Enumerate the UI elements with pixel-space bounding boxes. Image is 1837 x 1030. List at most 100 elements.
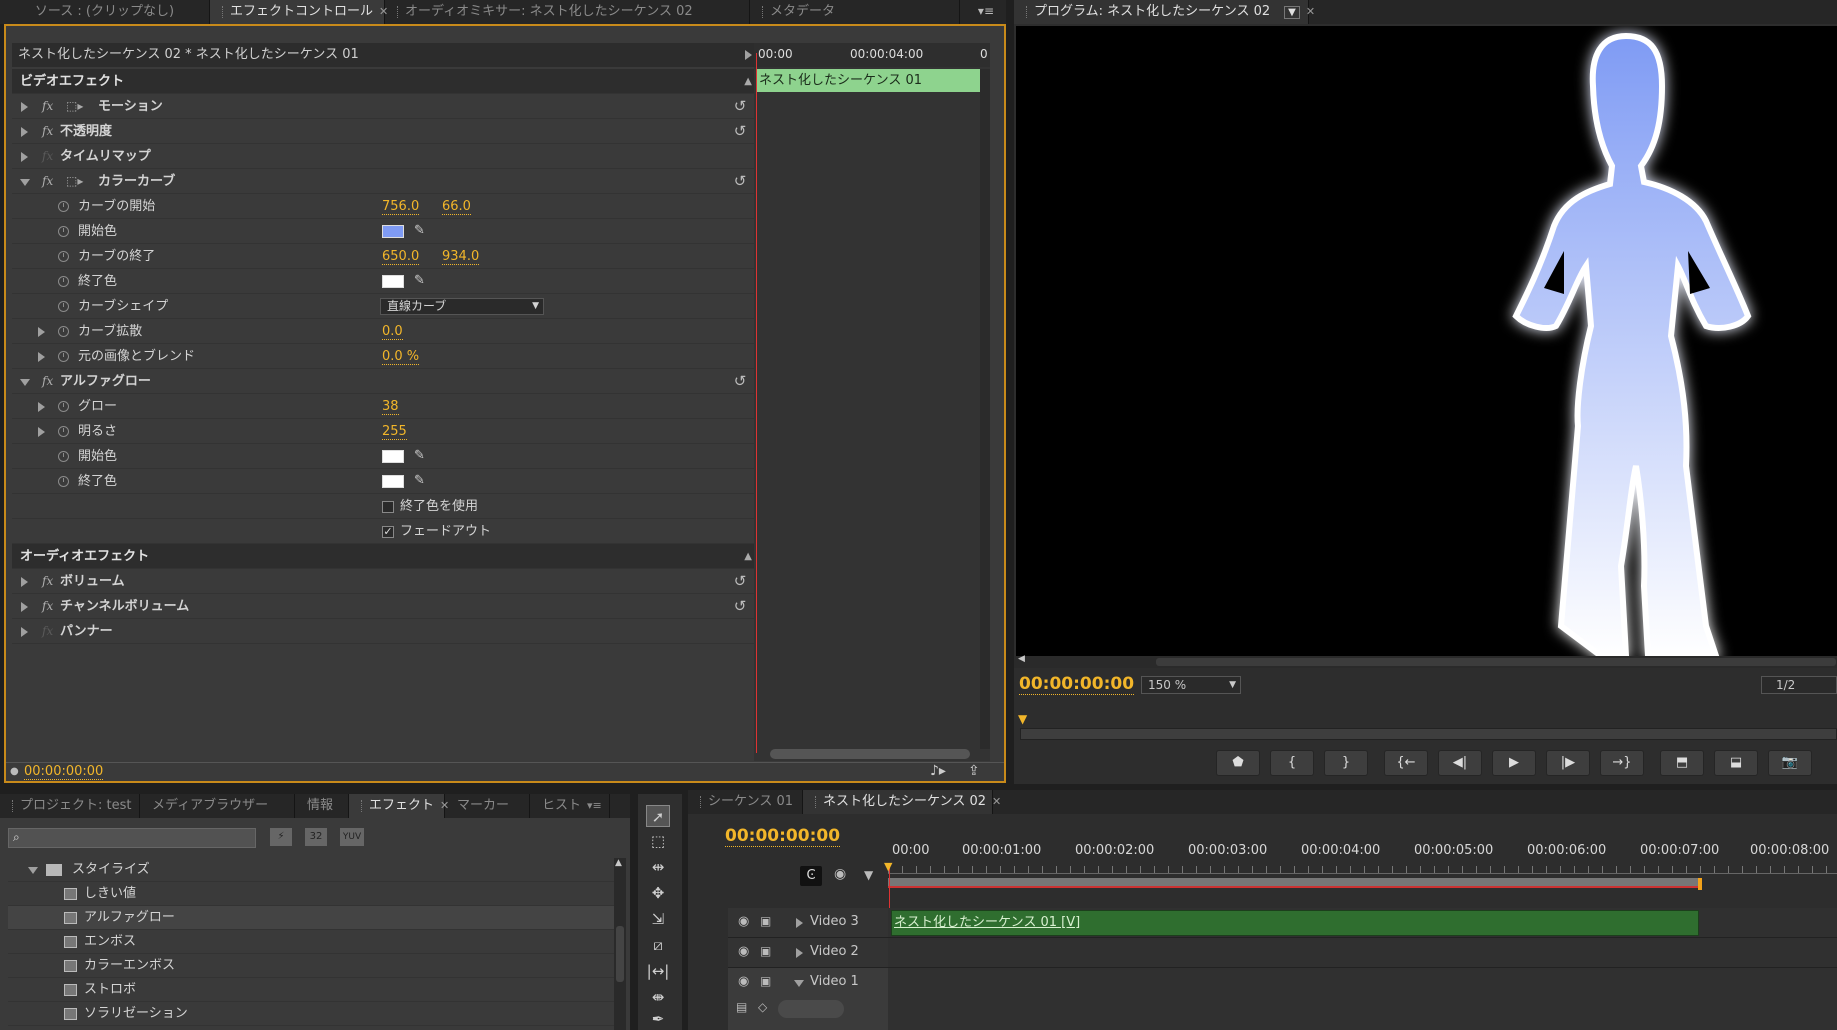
expand-arrow-icon[interactable] xyxy=(38,352,45,362)
eye-icon[interactable]: ◉ xyxy=(738,914,749,929)
effect-row-motion[interactable]: fx ⬚▸ モーション ↺ xyxy=(12,94,758,119)
rolling-edit-tool-icon[interactable]: ✥ xyxy=(646,882,670,904)
stopwatch-icon[interactable] xyxy=(58,226,69,237)
tab-effects[interactable]: エフェクト ✕ xyxy=(349,794,449,818)
effects-vscroll[interactable]: ▲ xyxy=(614,858,626,1030)
scroll-thumb[interactable] xyxy=(1156,658,1836,666)
32bit-effects-icon[interactable]: 32 xyxy=(305,828,327,846)
go-to-in-button[interactable]: {← xyxy=(1384,750,1428,776)
zoom-bar[interactable] xyxy=(1020,728,1837,740)
stopwatch-icon[interactable] xyxy=(58,251,69,262)
reset-icon[interactable]: ↺ xyxy=(732,173,748,189)
step-forward-button[interactable]: |▶ xyxy=(1546,750,1590,776)
effect-row-panner[interactable]: fx パンナー xyxy=(12,619,758,644)
fx-icon[interactable]: fx xyxy=(42,369,53,394)
stopwatch-icon[interactable] xyxy=(58,276,69,287)
stopwatch-icon[interactable] xyxy=(58,326,69,337)
go-to-out-button[interactable]: →} xyxy=(1600,750,1644,776)
fx-icon[interactable]: fx xyxy=(42,594,53,619)
stopwatch-icon[interactable] xyxy=(58,401,69,412)
display-style-icon[interactable]: ▤ xyxy=(736,1000,747,1014)
collapse-arrow-icon[interactable] xyxy=(20,179,30,186)
slip-tool-icon[interactable]: |↔| xyxy=(646,960,670,982)
tab-project[interactable]: プロジェクト: test xyxy=(0,794,140,818)
blend-value[interactable]: 0.0 % xyxy=(382,349,420,365)
resolution-dropdown[interactable]: 1/2 xyxy=(1761,676,1837,694)
keyframe-nav-control[interactable] xyxy=(778,1000,844,1018)
sequence-marker-icon[interactable]: ◉ xyxy=(834,866,846,882)
film-icon[interactable]: ▣ xyxy=(760,944,771,958)
fx-icon[interactable]: fx xyxy=(42,169,53,194)
eye-icon[interactable]: ◉ xyxy=(738,944,749,959)
reset-icon[interactable]: ↺ xyxy=(732,98,748,114)
audio-icon[interactable]: ♪▸ xyxy=(930,763,946,779)
effect-row-alpha-glow[interactable]: fx アルファグロー ↺ xyxy=(12,369,758,394)
effect-row-time-remap[interactable]: fx タイムリマップ xyxy=(12,144,758,169)
tab-source[interactable]: ソース : (クリップなし) xyxy=(0,0,210,24)
effects-search-input[interactable]: ⌕ xyxy=(8,828,256,848)
add-marker-button[interactable]: ⬟ xyxy=(1216,750,1260,776)
expand-arrow-icon[interactable] xyxy=(38,402,45,412)
pen-tool-icon[interactable]: ✒ xyxy=(646,1008,670,1030)
film-icon[interactable]: ▣ xyxy=(760,914,771,928)
slide-tool-icon[interactable]: ⇼ xyxy=(646,986,670,1008)
tab-info[interactable]: 情報 xyxy=(295,794,349,818)
effect-list-item[interactable]: ソラリゼーション xyxy=(8,1002,614,1026)
curve-start-x-value[interactable]: 756.0 xyxy=(382,199,420,215)
use-end-color-checkbox[interactable] xyxy=(382,501,394,513)
scroll-up-icon[interactable]: ▲ xyxy=(615,858,622,868)
scroll-thumb[interactable] xyxy=(616,926,624,982)
rate-stretch-tool-icon[interactable]: ⇲ xyxy=(646,908,670,930)
tab-audio-mixer[interactable]: オーディオミキサー: ネスト化したシーケンス 02 xyxy=(385,0,750,24)
tree-folder-stylize[interactable]: スタイライズ xyxy=(8,858,614,882)
mini-playhead[interactable] xyxy=(756,53,757,753)
curve-end-x-value[interactable]: 650.0 xyxy=(382,249,420,265)
ec-timecode[interactable]: 00:00:00:00 xyxy=(24,764,104,780)
collapse-up-icon[interactable]: ▲ xyxy=(744,69,752,94)
stopwatch-icon[interactable] xyxy=(58,426,69,437)
reset-icon[interactable]: ↺ xyxy=(732,598,748,614)
expand-arrow-icon[interactable] xyxy=(796,918,803,928)
work-area-bar[interactable] xyxy=(888,878,1700,888)
playhead-marker-icon[interactable]: ▼ xyxy=(1018,712,1027,726)
timeline-timecode[interactable]: 00:00:00:00 xyxy=(725,826,841,847)
export-frame-button[interactable]: 📷 xyxy=(1768,750,1812,776)
stopwatch-icon[interactable] xyxy=(58,476,69,487)
mini-clip[interactable]: ネスト化したシーケンス 01 xyxy=(756,69,984,92)
step-back-button[interactable]: ◀| xyxy=(1438,750,1482,776)
stopwatch-icon[interactable] xyxy=(58,351,69,362)
expand-arrow-icon[interactable] xyxy=(21,152,28,162)
curve-spread-value[interactable]: 0.0 xyxy=(382,324,403,340)
close-icon[interactable]: ✕ xyxy=(992,795,1001,808)
tab-program[interactable]: プログラム: ネスト化したシーケンス 02 ▼ ✕ xyxy=(1014,0,1315,24)
expand-timeline-icon[interactable] xyxy=(745,50,752,60)
ripple-edit-tool-icon[interactable]: ⇹ xyxy=(646,856,670,878)
effect-list-item[interactable]: エンボス xyxy=(8,930,614,954)
tab-markers[interactable]: マーカー xyxy=(445,794,530,818)
add-marker-icon[interactable]: ▼ xyxy=(864,868,873,882)
timeline-clip[interactable]: ネスト化したシーケンス 01 [V] xyxy=(891,910,1699,936)
collapse-arrow-icon[interactable] xyxy=(20,379,30,386)
program-scrub-bar[interactable]: ▼ xyxy=(1014,712,1837,740)
glow-start-color-swatch[interactable] xyxy=(382,450,404,463)
playhead-marker-icon[interactable]: ▼ xyxy=(884,860,892,873)
eye-icon[interactable]: ◉ xyxy=(738,974,749,989)
work-area-end-handle[interactable] xyxy=(1698,878,1702,890)
eyedropper-icon[interactable]: ✎ xyxy=(414,474,428,488)
stopwatch-icon[interactable] xyxy=(58,451,69,462)
fx-icon[interactable]: fx xyxy=(42,119,53,144)
mark-out-button[interactable]: } xyxy=(1324,750,1368,776)
mini-hscroll[interactable] xyxy=(770,749,970,759)
effect-list-item[interactable]: アルファグロー xyxy=(8,906,614,930)
tab-nested-sequence-02[interactable]: ネスト化したシーケンス 02 ✕ xyxy=(803,790,1001,814)
razor-tool-icon[interactable]: ⧄ xyxy=(646,934,670,956)
effect-list-item[interactable]: カラーエンボス xyxy=(8,954,614,978)
glow-value[interactable]: 38 xyxy=(382,399,399,415)
zoom-dropdown[interactable]: 150 % ▼ xyxy=(1141,676,1241,694)
effect-row-volume[interactable]: fx ボリューム ↺ xyxy=(12,569,758,594)
fade-out-checkbox[interactable]: ✓ xyxy=(382,526,394,538)
start-color-swatch[interactable] xyxy=(382,225,404,238)
expand-arrow-icon[interactable] xyxy=(796,948,803,958)
expand-arrow-icon[interactable] xyxy=(21,627,28,637)
expand-arrow-icon[interactable] xyxy=(21,602,28,612)
